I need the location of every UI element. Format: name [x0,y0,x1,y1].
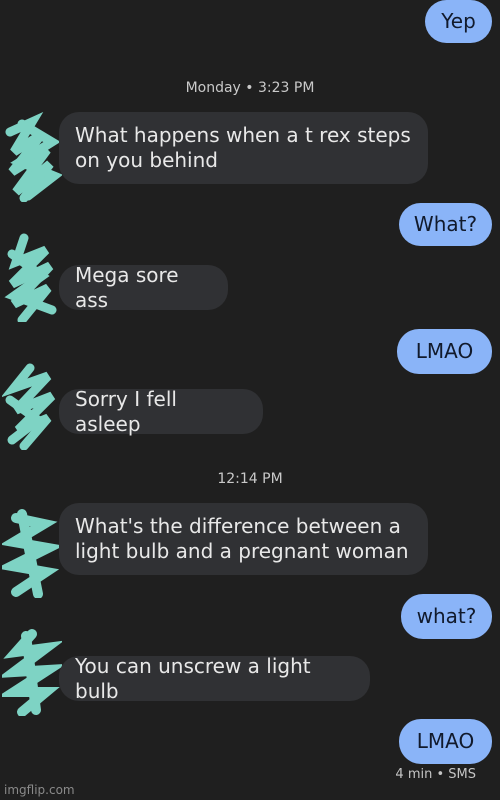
scribbled-avatar-icon [2,509,62,598]
received-message[interactable]: What happens when a t rex steps on you b… [59,112,428,184]
scribbled-avatar-icon [2,629,62,716]
sent-message[interactable]: what? [401,594,492,639]
scribbled-avatar-icon [4,233,57,322]
received-message[interactable]: You can unscrew a light bulb [59,654,370,703]
sent-message[interactable]: What? [399,203,492,246]
timestamp-divider: 12:14 PM [217,471,283,487]
received-message[interactable]: Mega sore ass [59,263,228,312]
sent-message[interactable]: LMAO [399,719,492,764]
message-status: 4 min • SMS [395,767,476,782]
imgflip-watermark: imgflip.com [4,783,75,797]
received-message[interactable]: Sorry I fell asleep [59,387,263,436]
sent-message[interactable]: Yep [425,0,492,43]
received-message[interactable]: What's the difference between a light bu… [59,503,428,575]
scribbled-avatar-icon [5,112,62,202]
scribbled-avatar-icon [2,363,56,450]
sent-message[interactable]: LMAO [397,329,492,374]
timestamp-divider: Monday • 3:23 PM [185,80,315,96]
